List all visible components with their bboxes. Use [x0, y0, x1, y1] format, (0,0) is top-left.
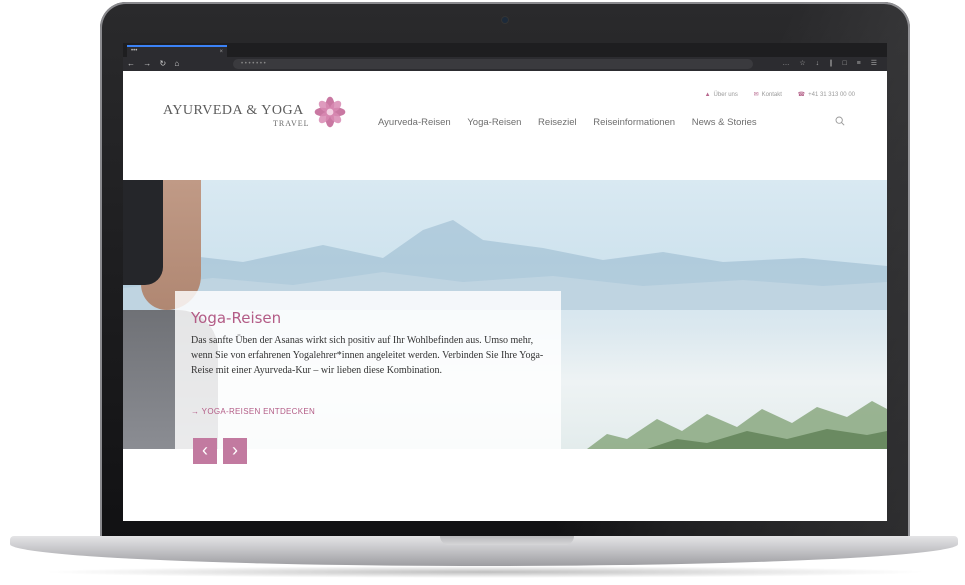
laptop-screen: ••• × ← → ↻ ⌂ • • • • • • • … ☆ ↓ ∥ □ ≡ …	[123, 43, 887, 521]
trees-background	[587, 401, 887, 449]
camera	[502, 17, 508, 23]
lotus-logo-icon	[314, 96, 346, 128]
browser-toolbar-icons[interactable]: … ☆ ↓ ∥ □ ≡ ☰	[782, 59, 881, 67]
browser-toolbar: ← → ↻ ⌂ • • • • • • • … ☆ ↓ ∥ □ ≡ ☰	[123, 57, 887, 71]
logo-main[interactable]: AYURVEDA & YOGA	[163, 103, 304, 119]
search-icon[interactable]	[835, 116, 845, 126]
laptop-notch	[440, 536, 574, 545]
top-link-label: Über uns	[713, 92, 738, 98]
close-icon[interactable]: ×	[219, 48, 223, 57]
top-link-label: Kontakt	[761, 92, 782, 98]
nav-item-yoga-reisen[interactable]: Yoga-Reisen	[467, 117, 521, 128]
hero-card: Yoga-Reisen Das sanfte Üben der Asanas w…	[175, 291, 561, 449]
yoga-person-top	[123, 180, 163, 285]
nav-item-news-stories[interactable]: News & Stories	[692, 117, 757, 128]
top-link-phone[interactable]: ☎ +41 31 313 00 00	[798, 92, 855, 98]
main-nav: Ayurveda-Reisen Yoga-Reisen Reiseziel Re…	[378, 117, 771, 128]
address-bar[interactable]: • • • • • • •	[233, 59, 753, 69]
top-link-label: +41 31 313 00 00	[808, 92, 855, 98]
hero-description: Das sanfte Üben der Asanas wirkt sich po…	[191, 335, 544, 376]
chevron-right-icon: ›	[232, 440, 238, 460]
hero-title: Yoga-Reisen	[191, 309, 282, 327]
browser-nav-buttons[interactable]: ← → ↻ ⌂	[127, 59, 182, 68]
top-link-about[interactable]: ▲ Über uns	[705, 92, 738, 98]
logo-sub: TRAVEL	[273, 119, 310, 128]
nav-item-reiseziel[interactable]: Reiseziel	[538, 117, 577, 128]
top-links: ▲ Über uns ✉ Kontakt ☎ +41 31 313 00 00	[691, 91, 855, 98]
laptop-shadow	[40, 566, 930, 578]
top-link-contact[interactable]: ✉ Kontakt	[754, 92, 782, 98]
site-header: AYURVEDA & YOGA TRAVEL ▲ Über uns ✉ Kontak…	[123, 71, 887, 180]
browser-tab-title: •••	[131, 48, 138, 54]
slider-prev-button[interactable]: ‹	[193, 438, 217, 464]
browser-tab-strip: ••• ×	[123, 43, 887, 57]
chevron-left-icon: ‹	[202, 440, 208, 460]
slider-next-button[interactable]: ›	[223, 438, 247, 464]
browser-tab[interactable]: ••• ×	[127, 45, 227, 57]
phone-icon: ☎	[797, 92, 806, 98]
person-icon: ▲	[704, 92, 711, 98]
hero-banner: Yoga-Reisen Das sanfte Üben der Asanas w…	[123, 180, 887, 449]
mail-icon: ✉	[753, 92, 759, 98]
nav-item-reiseinformationen[interactable]: Reiseinformationen	[593, 117, 675, 128]
hero-cta-link[interactable]: → YOGA-REISEN ENTDECKEN	[191, 407, 315, 416]
nav-item-ayurveda-reisen[interactable]: Ayurveda-Reisen	[378, 117, 451, 128]
